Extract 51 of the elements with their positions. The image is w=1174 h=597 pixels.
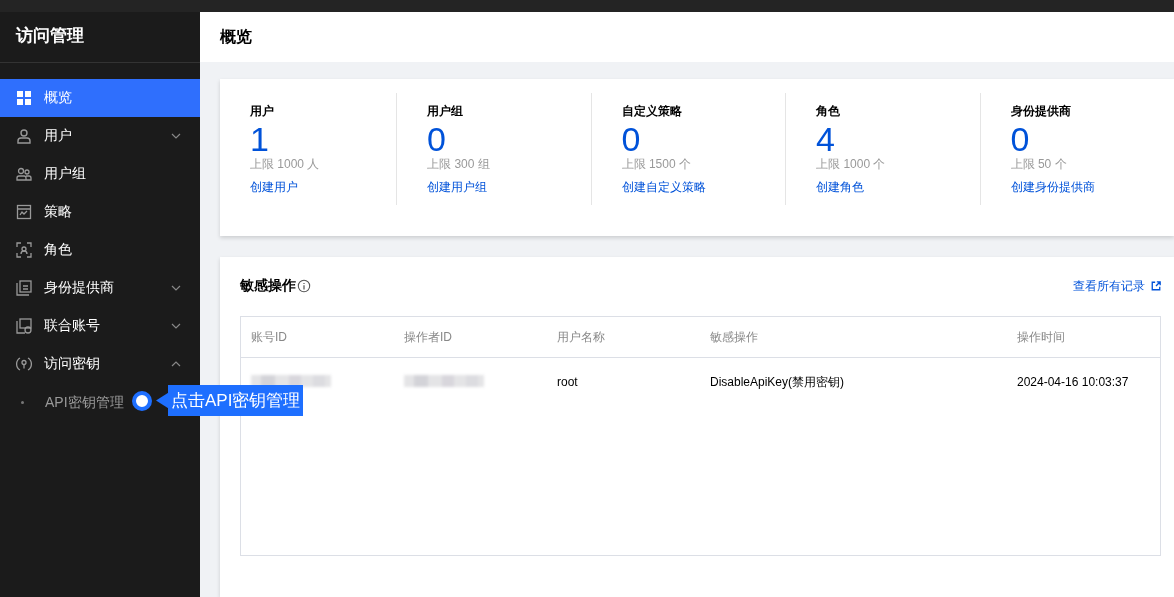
- stat-label: 身份提供商: [1010, 103, 1072, 120]
- portrait-icon: [16, 242, 32, 258]
- stat-value: 0: [621, 122, 642, 156]
- view-all-link[interactable]: 查看所有记录: [1073, 277, 1145, 295]
- stat-label: 用户组: [427, 103, 465, 120]
- stat-label: 自定义策略: [621, 103, 683, 120]
- sidebar-item[interactable]: 概览: [0, 79, 200, 117]
- column-header: 操作者ID: [403, 328, 453, 346]
- stat-label: 角色: [816, 103, 842, 120]
- pointer-dot-icon: [132, 390, 152, 411]
- sidebar-item[interactable]: 用户组: [0, 155, 200, 193]
- external-link-icon: [1151, 281, 1161, 291]
- table-cell: 2024-04-16 10:03:37: [1017, 375, 1129, 389]
- layers-icon: [16, 280, 32, 296]
- create-link[interactable]: 创建角色: [816, 179, 865, 196]
- stat-value: 0: [427, 122, 447, 156]
- table-cell: root: [557, 375, 578, 389]
- table-cell: DisableApiKey(禁用密钥): [710, 374, 845, 389]
- column-header: 账号ID: [250, 328, 288, 346]
- sidebar-item[interactable]: 角色: [0, 231, 200, 269]
- people-icon: [16, 166, 32, 182]
- person-icon: [16, 128, 32, 144]
- column-header: 敏感操作: [709, 328, 759, 346]
- stat-value: 0: [1010, 122, 1031, 156]
- grid-icon: [16, 90, 32, 106]
- stat-limit: 上限 1000 人: [250, 156, 321, 172]
- bullet-icon: [21, 401, 24, 404]
- create-link[interactable]: 创建用户组: [427, 179, 488, 196]
- section-title: 敏感操作: [240, 277, 296, 295]
- stat-value: 1: [250, 122, 270, 156]
- sidebar-item[interactable]: 访问密钥: [0, 345, 200, 383]
- create-link[interactable]: 创建身份提供商: [1010, 179, 1095, 196]
- sidebar-item[interactable]: 策略: [0, 193, 200, 231]
- stat-limit: 上限 1500 个: [621, 156, 692, 172]
- sidebar-item[interactable]: 用户: [0, 117, 200, 155]
- stat-limit: 上限 300 组: [427, 156, 491, 172]
- key-icon: [16, 356, 32, 372]
- sidebar-subitem[interactable]: API密钥管理: [0, 383, 124, 421]
- column-header: 操作时间: [1016, 328, 1066, 346]
- stat-limit: 上限 1000 个: [816, 156, 887, 172]
- stat-limit: 上限 50 个: [1010, 156, 1068, 172]
- create-link[interactable]: 创建自定义策略: [621, 179, 706, 196]
- info-icon[interactable]: [297, 279, 311, 293]
- column-header: 用户名称: [556, 328, 606, 346]
- stat-value: 4: [816, 122, 836, 156]
- sidebar-item[interactable]: 身份提供商: [0, 269, 200, 307]
- sidebar-item[interactable]: 联合账号: [0, 307, 200, 345]
- chart-icon: [16, 204, 32, 220]
- stat-label: 用户: [250, 103, 275, 120]
- create-link[interactable]: 创建用户: [250, 179, 298, 196]
- page-title: 概览: [220, 26, 252, 47]
